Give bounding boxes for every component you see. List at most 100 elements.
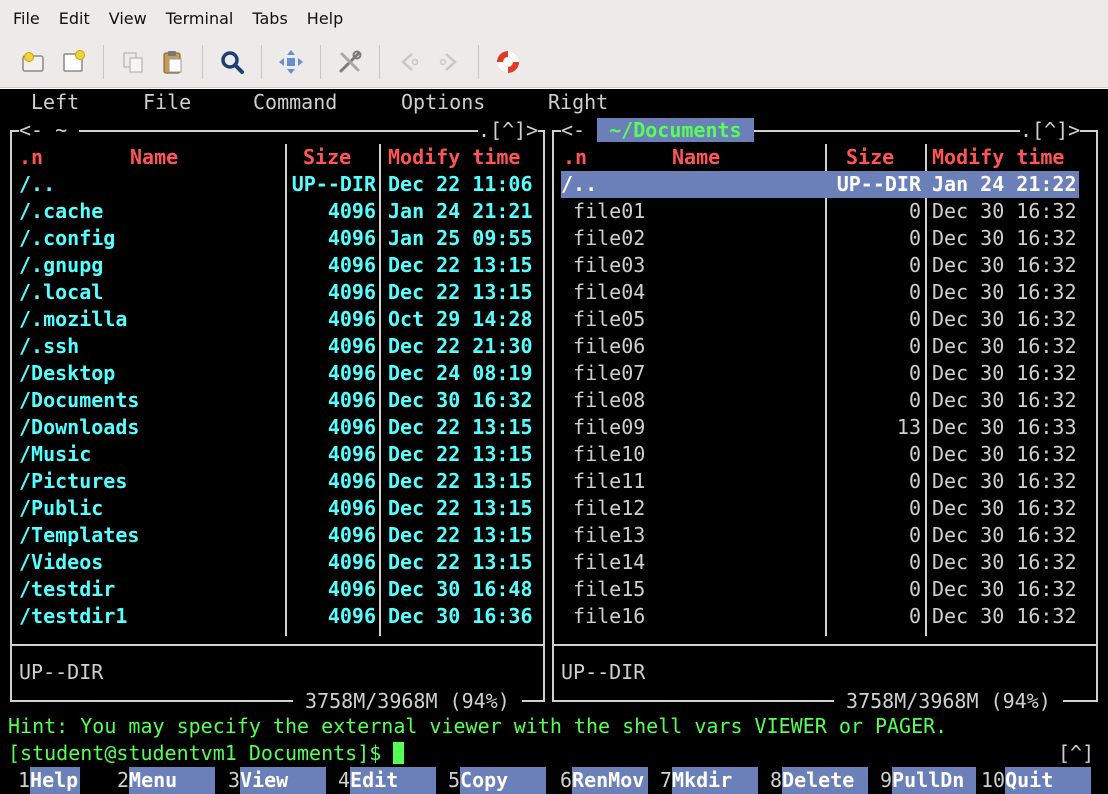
- file-size: 4096: [327, 577, 376, 601]
- toolbar-separator: [379, 44, 380, 79]
- paste-button[interactable]: [153, 42, 193, 82]
- file-name: file02: [561, 226, 646, 250]
- file-size: 0: [908, 307, 921, 331]
- fkey-edit-button[interactable]: 4Edit: [338, 767, 437, 794]
- copy-icon: [123, 51, 143, 73]
- fkey-copy-button[interactable]: 5Copy: [448, 767, 547, 794]
- file-name: file14: [561, 550, 646, 574]
- right-header-size[interactable]: Size: [846, 144, 894, 171]
- right-header-n[interactable]: .n: [563, 144, 587, 171]
- shell-prompt[interactable]: [student@studentvm1 Documents]$: [8, 740, 405, 767]
- fkey-number: 6: [560, 768, 573, 792]
- fkey-pulldn-button[interactable]: 9PullDn: [880, 767, 977, 794]
- new-window-icon: [63, 49, 85, 72]
- mc-menu-command[interactable]: Command: [253, 89, 337, 116]
- file-size: 4096: [327, 469, 376, 493]
- file-name: /Public: [19, 496, 104, 520]
- file-name: /Videos: [19, 550, 104, 574]
- terminal-area[interactable]: Left File Command Options Right <- ~ .[^…: [0, 89, 1108, 794]
- fkey-number: 4: [338, 768, 351, 792]
- fullscreen-icon: [279, 49, 303, 74]
- mc-menu-file[interactable]: File: [143, 89, 191, 116]
- file-name: /Documents: [19, 388, 140, 412]
- fkey-help-button[interactable]: 1Help: [18, 767, 81, 794]
- fkey-mkdir-button[interactable]: 7Mkdir: [660, 767, 759, 794]
- find-button[interactable]: [212, 42, 252, 82]
- fkey-number: 7: [660, 768, 673, 792]
- fkey-label: Menu: [129, 767, 216, 794]
- forward-button[interactable]: [429, 42, 469, 82]
- file-mtime: Dec 30 16:36: [388, 604, 533, 628]
- left-header-name[interactable]: Name: [130, 144, 178, 171]
- new-window-button[interactable]: [54, 42, 94, 82]
- fkey-number: 10: [981, 768, 1006, 792]
- left-header-mtime[interactable]: Modify time: [388, 144, 520, 171]
- menu-file[interactable]: File: [0, 9, 40, 28]
- file-size: 4096: [327, 280, 376, 304]
- file-name: /testdir1: [19, 604, 128, 628]
- file-size: 0: [908, 469, 921, 493]
- fkey-renmov-button[interactable]: 6RenMov: [560, 767, 649, 794]
- window-menubar: File Edit View Terminal Tabs Help: [0, 0, 1108, 36]
- menu-tabs[interactable]: Tabs: [233, 9, 287, 28]
- file-name: file06: [561, 334, 646, 358]
- preferences-button[interactable]: [330, 42, 370, 82]
- right-col-divider-2: [925, 144, 927, 636]
- menu-terminal[interactable]: Terminal: [147, 9, 234, 28]
- file-mtime: Dec 30 16:32: [932, 442, 1077, 466]
- fkey-label: View: [240, 767, 327, 794]
- mc-menu-options[interactable]: Options: [401, 89, 485, 116]
- right-panel-corner[interactable]: .[^]>: [1020, 117, 1081, 144]
- file-size: 0: [908, 280, 921, 304]
- file-mtime: Dec 22 13:15: [388, 496, 533, 520]
- file-name: file15: [561, 577, 646, 601]
- fkey-number: 2: [117, 768, 130, 792]
- fkey-delete-button[interactable]: 8Delete: [770, 767, 869, 794]
- file-mtime: Oct 29 14:28: [388, 307, 533, 331]
- new-tab-button[interactable]: [14, 42, 54, 82]
- file-name: /Music: [19, 442, 92, 466]
- fkey-view-button[interactable]: 3View: [228, 767, 327, 794]
- right-header-name[interactable]: Name: [672, 144, 720, 171]
- file-name: /.local: [19, 280, 104, 304]
- toolbar-separator: [202, 44, 203, 79]
- file-size: 0: [908, 199, 921, 223]
- file-size: 4096: [327, 334, 376, 358]
- mc-menu-left[interactable]: Left: [31, 89, 79, 116]
- left-header-n[interactable]: .n: [19, 144, 43, 171]
- help-button[interactable]: [488, 42, 528, 82]
- paste-icon: [163, 50, 182, 74]
- menu-help[interactable]: Help: [288, 9, 343, 28]
- menu-view[interactable]: View: [90, 9, 147, 28]
- file-size: 4096: [327, 307, 376, 331]
- history-button[interactable]: [^]: [1058, 740, 1094, 767]
- file-mtime: Jan 25 09:55: [388, 226, 533, 250]
- left-header-size[interactable]: Size: [303, 144, 351, 171]
- file-size: 4096: [327, 226, 376, 250]
- file-mtime: Dec 30 16:32: [932, 226, 1077, 250]
- fkey-menu-button[interactable]: 2Menu: [117, 767, 216, 794]
- right-header-mtime[interactable]: Modify time: [932, 144, 1064, 171]
- file-name: file08: [561, 388, 646, 412]
- file-size: 0: [908, 226, 921, 250]
- back-button[interactable]: [389, 42, 429, 82]
- file-size: 4096: [327, 253, 376, 277]
- fkey-quit-button[interactable]: 10Quit: [981, 767, 1092, 794]
- file-mtime: Dec 22 13:15: [388, 550, 533, 574]
- file-size: 0: [908, 442, 921, 466]
- fullscreen-button[interactable]: [271, 42, 311, 82]
- mc-menu-right[interactable]: Right: [548, 89, 608, 116]
- fkey-number: 5: [448, 768, 461, 792]
- new-tab-icon: [22, 51, 44, 72]
- left-panel-corner[interactable]: .[^]>: [478, 117, 539, 144]
- right-panel-path: ~/Documents: [597, 118, 754, 142]
- toolbar-separator: [320, 44, 321, 79]
- file-size: 4096: [327, 442, 376, 466]
- file-size: 0: [908, 334, 921, 358]
- copy-button[interactable]: [113, 42, 153, 82]
- file-name: /testdir: [19, 577, 116, 601]
- file-name: file11: [561, 469, 646, 493]
- menu-edit[interactable]: Edit: [40, 9, 90, 28]
- right-col-divider-1: [825, 144, 827, 636]
- file-mtime: Dec 30 16:32: [932, 280, 1077, 304]
